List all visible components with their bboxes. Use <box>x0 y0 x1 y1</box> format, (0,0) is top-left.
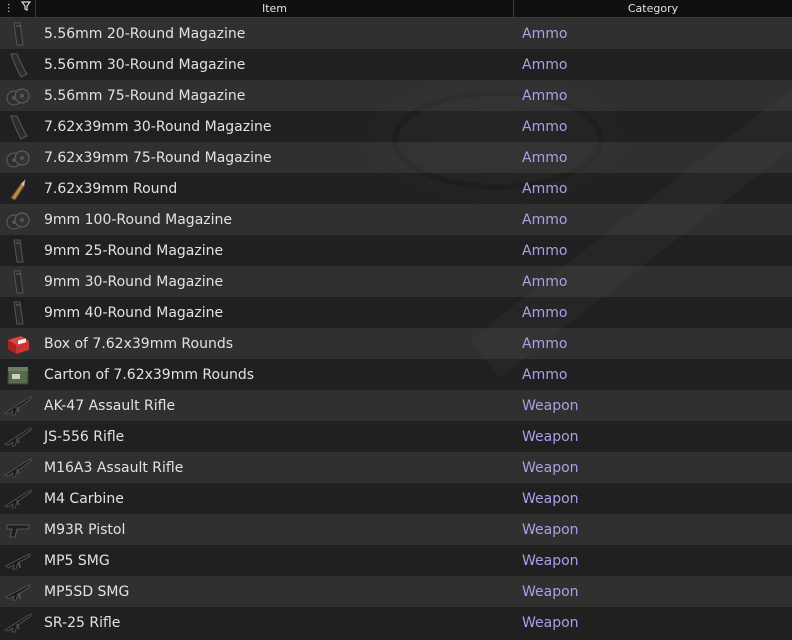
ammo-carton-icon <box>0 359 36 390</box>
table-row[interactable]: 7.62x39mm 30-Round Magazine Ammo <box>0 111 792 142</box>
table-row[interactable]: 9mm 30-Round Magazine Ammo <box>0 266 792 297</box>
table-row[interactable]: M93R Pistol Weapon <box>0 514 792 545</box>
table-row[interactable]: 9mm 100-Round Magazine Ammo <box>0 204 792 235</box>
table-row[interactable]: 5.56mm 20-Round Magazine Ammo <box>0 18 792 49</box>
columns-toggle-icon[interactable]: ⋮ <box>4 0 14 18</box>
rifle-icon <box>0 483 36 514</box>
item-name: 5.56mm 20-Round Magazine <box>44 25 246 42</box>
item-name: MP5SD SMG <box>44 583 130 600</box>
rifle-icon <box>0 452 36 483</box>
pistol-icon <box>0 514 36 545</box>
table-row[interactable]: SR-25 Rifle Weapon <box>0 607 792 638</box>
item-category: Weapon <box>522 552 579 569</box>
item-name: MP5 SMG <box>44 552 110 569</box>
item-name: 7.62x39mm Round <box>44 180 178 197</box>
table-row[interactable]: JS-556 Rifle Weapon <box>0 421 792 452</box>
item-category: Weapon <box>522 614 579 631</box>
table-row[interactable]: 9mm 40-Round Magazine Ammo <box>0 297 792 328</box>
item-category: Weapon <box>522 583 579 600</box>
table-row[interactable]: Box of 7.62x39mm Rounds Ammo <box>0 328 792 359</box>
drum-magazine-icon <box>0 204 36 235</box>
item-category: Weapon <box>522 521 579 538</box>
table-row[interactable]: 7.62x39mm Round Ammo <box>0 173 792 204</box>
item-name: 9mm 100-Round Magazine <box>44 211 233 228</box>
table-row[interactable]: M16A3 Assault Rifle Weapon <box>0 452 792 483</box>
rifle-icon <box>0 421 36 452</box>
smg-icon <box>0 576 36 607</box>
magazine-curved-icon <box>0 49 36 80</box>
ammo-box-icon <box>0 328 36 359</box>
column-header-item[interactable]: Item <box>36 0 514 18</box>
magazine-straight-icon <box>0 266 36 297</box>
item-category: Ammo <box>522 366 568 383</box>
table-row[interactable]: 9mm 25-Round Magazine Ammo <box>0 235 792 266</box>
rifle-icon <box>0 607 36 638</box>
filter-icon[interactable] <box>21 0 32 18</box>
header-tools: ⋮ <box>0 0 36 18</box>
table-row[interactable]: MP5SD SMG Weapon <box>0 576 792 607</box>
item-name: Box of 7.62x39mm Rounds <box>44 335 234 352</box>
drum-magazine-icon <box>0 142 36 173</box>
magazine-straight-icon <box>0 18 36 49</box>
drum-magazine-icon <box>0 80 36 111</box>
item-name: 5.56mm 75-Round Magazine <box>44 87 246 104</box>
table-row[interactable]: 5.56mm 30-Round Magazine Ammo <box>0 49 792 80</box>
item-category: Weapon <box>522 397 579 414</box>
item-name: 9mm 25-Round Magazine <box>44 242 224 259</box>
item-category: Ammo <box>522 87 568 104</box>
item-category: Weapon <box>522 459 579 476</box>
rifle-icon <box>0 390 36 421</box>
table-row[interactable]: MP5 SMG Weapon <box>0 545 792 576</box>
item-category: Ammo <box>522 118 568 135</box>
table-row[interactable]: 7.62x39mm 75-Round Magazine Ammo <box>0 142 792 173</box>
item-category: Ammo <box>522 273 568 290</box>
magazine-straight-icon <box>0 297 36 328</box>
column-header-category[interactable]: Category <box>514 0 792 18</box>
item-name: 9mm 40-Round Magazine <box>44 304 224 321</box>
item-name: M93R Pistol <box>44 521 126 538</box>
item-name: 9mm 30-Round Magazine <box>44 273 224 290</box>
table-row[interactable]: AK-47 Assault Rifle Weapon <box>0 390 792 421</box>
item-name: AK-47 Assault Rifle <box>44 397 176 414</box>
item-category: Ammo <box>522 180 568 197</box>
item-name: 5.56mm 30-Round Magazine <box>44 56 246 73</box>
item-name: Carton of 7.62x39mm Rounds <box>44 366 255 383</box>
table-row[interactable]: M4 Carbine Weapon <box>0 483 792 514</box>
table-row[interactable]: Carton of 7.62x39mm Rounds Ammo <box>0 359 792 390</box>
item-name: SR-25 Rifle <box>44 614 121 631</box>
item-name: M4 Carbine <box>44 490 124 507</box>
item-list-window: ⋮ Item Category 5.56mm 20-Round Magazine… <box>0 0 792 640</box>
item-category: Ammo <box>522 56 568 73</box>
item-name: M16A3 Assault Rifle <box>44 459 184 476</box>
item-category: Ammo <box>522 149 568 166</box>
item-category: Ammo <box>522 335 568 352</box>
item-category: Ammo <box>522 304 568 321</box>
item-table-body: 5.56mm 20-Round Magazine Ammo 5.56mm 30-Ro… <box>0 18 792 638</box>
item-name: 7.62x39mm 30-Round Magazine <box>44 118 272 135</box>
table-row[interactable]: 5.56mm 75-Round Magazine Ammo <box>0 80 792 111</box>
item-category: Ammo <box>522 211 568 228</box>
magazine-straight-icon <box>0 235 36 266</box>
item-category: Ammo <box>522 242 568 259</box>
item-category: Weapon <box>522 490 579 507</box>
smg-icon <box>0 545 36 576</box>
item-category: Ammo <box>522 25 568 42</box>
item-name: 7.62x39mm 75-Round Magazine <box>44 149 272 166</box>
bullet-icon <box>0 173 36 204</box>
item-category: Weapon <box>522 428 579 445</box>
item-name: JS-556 Rifle <box>44 428 125 445</box>
magazine-curved-icon <box>0 111 36 142</box>
table-header: ⋮ Item Category <box>0 0 792 18</box>
